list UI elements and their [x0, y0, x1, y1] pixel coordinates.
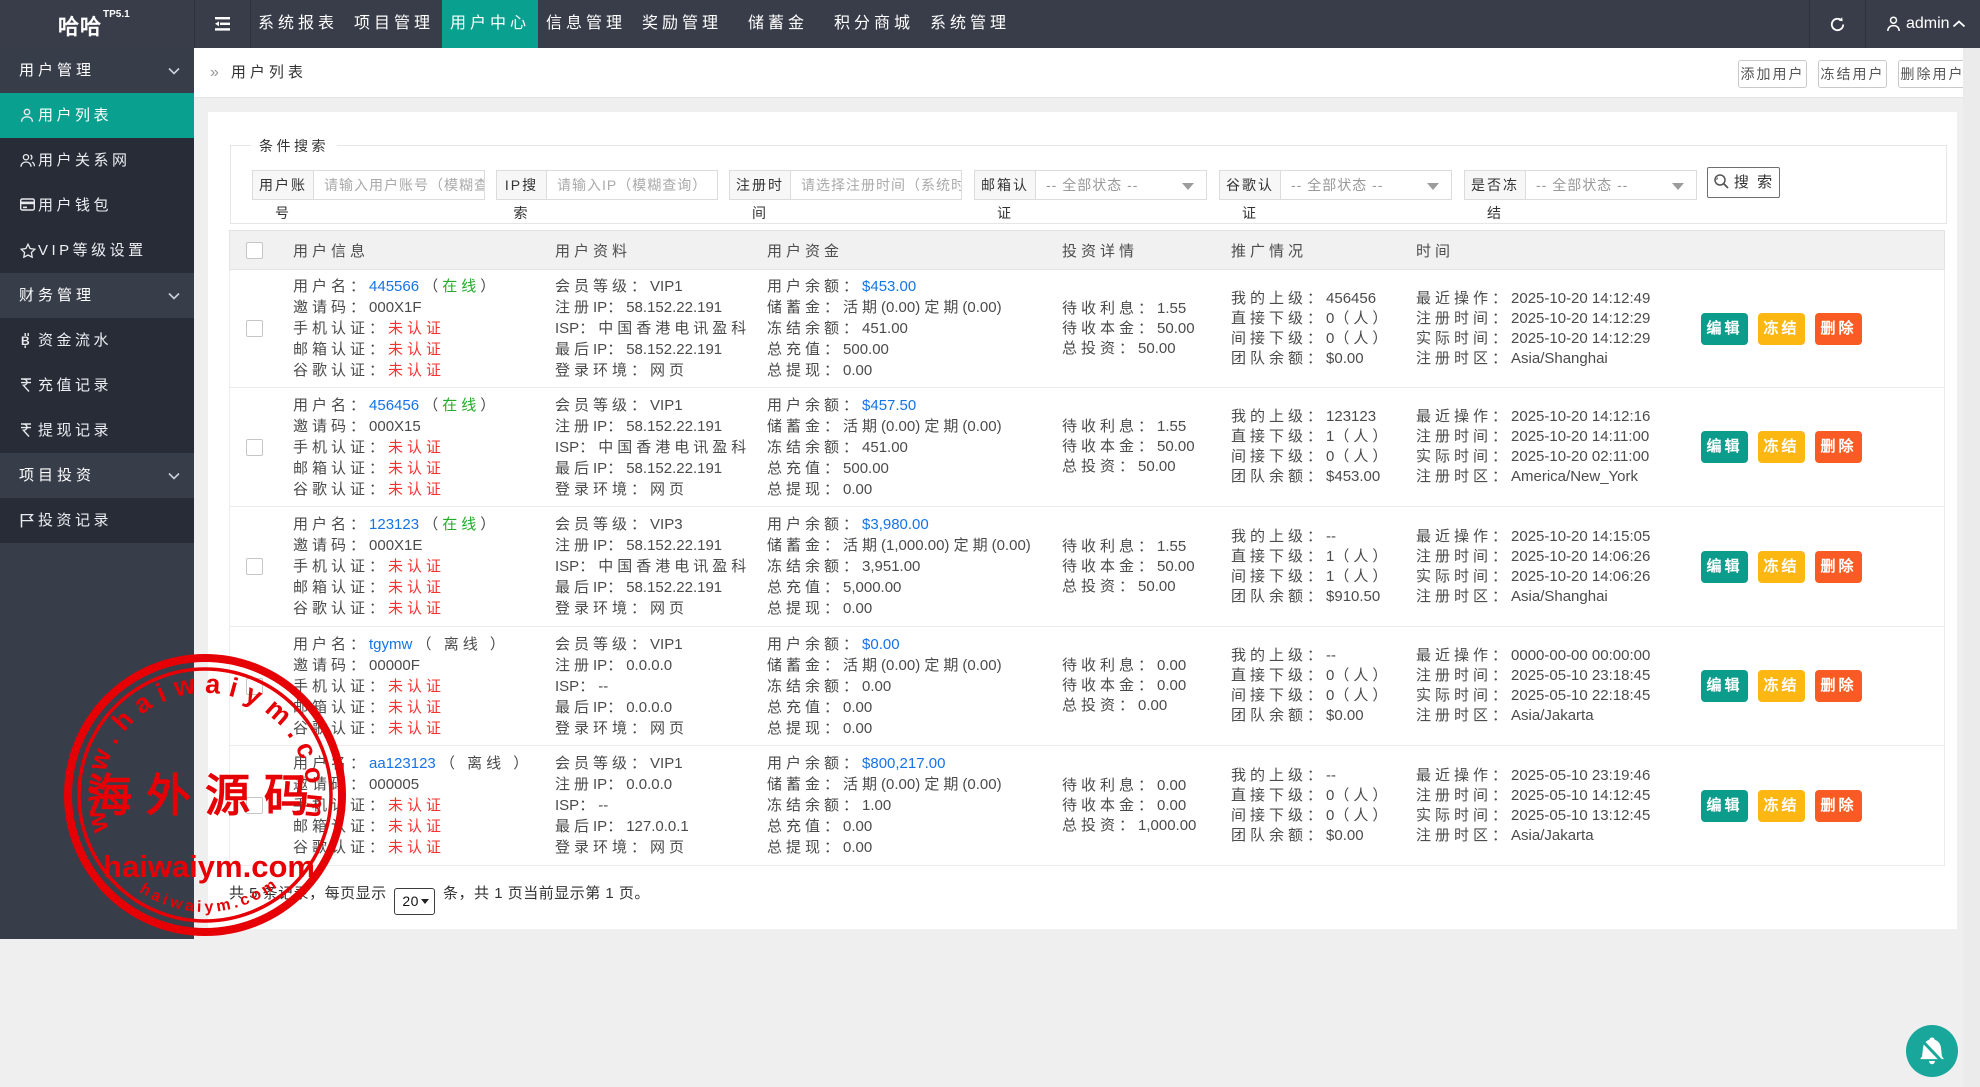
svg-text:海外源码: 海外源码: [87, 770, 323, 821]
svg-text:haiwaiym.com: haiwaiym.com: [103, 849, 315, 884]
svg-text:B: B: [21, 334, 33, 348]
